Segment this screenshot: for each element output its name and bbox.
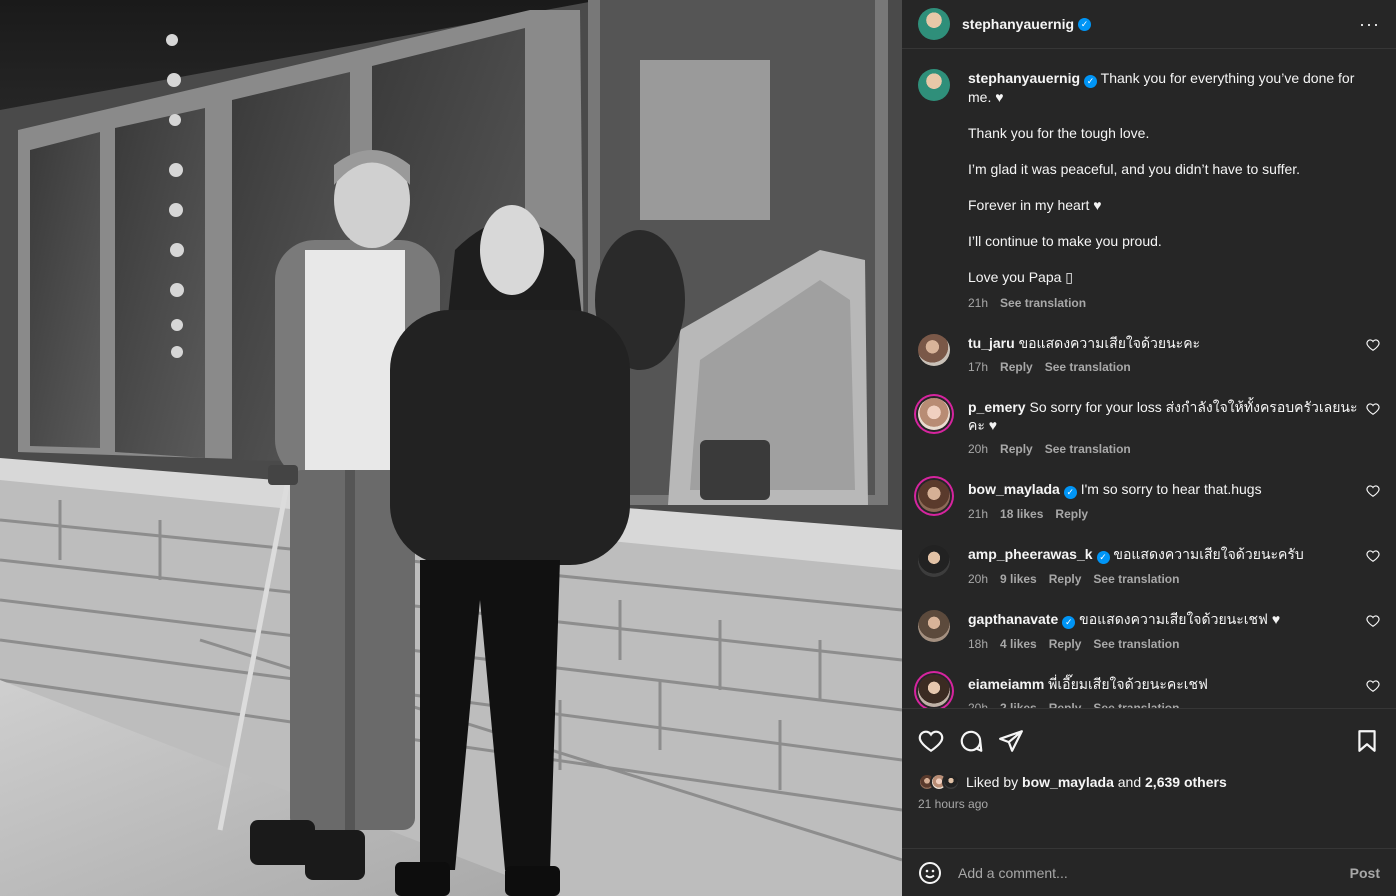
save-bookmark-icon[interactable] — [1354, 728, 1380, 754]
commenter-avatar[interactable] — [918, 398, 950, 430]
see-translation-link[interactable]: See translation — [1045, 358, 1131, 376]
comment-item: amp_pheerawas_k ✓ ขอแสดงความเสียใจด้วยนะค… — [918, 545, 1380, 588]
comments-scroll-area[interactable]: stephanyauernig ✓ Thank you for everythin… — [902, 49, 1396, 708]
see-translation-link[interactable]: See translation — [1093, 699, 1179, 708]
comment-text: ขอแสดงความเสียใจด้วยนะครับ — [1113, 546, 1304, 562]
post-sidebar: stephanyauernig ✓ ··· stephanyauernig ✓ T… — [902, 0, 1396, 896]
post-comment-button[interactable]: Post — [1350, 865, 1380, 881]
like-comment-heart-icon[interactable] — [1366, 614, 1380, 628]
see-translation-link[interactable]: See translation — [1093, 635, 1179, 653]
comment-item: gapthanavate ✓ ขอแสดงความเสียใจด้วยนะเชฟ … — [918, 610, 1380, 653]
comment-text: So sorry for your loss ส่งกำลังใจให้ทั้ง… — [968, 399, 1358, 433]
commenter-avatar[interactable] — [918, 675, 950, 707]
liked-by-user[interactable]: bow_maylada — [1022, 774, 1114, 790]
commenter-username[interactable]: gapthanavate — [968, 611, 1058, 627]
post-header: stephanyauernig ✓ ··· — [902, 0, 1396, 49]
caption-author-username[interactable]: stephanyauernig — [968, 70, 1080, 86]
like-comment-heart-icon[interactable] — [1366, 338, 1380, 352]
author-avatar[interactable] — [918, 8, 950, 40]
commenter-username[interactable]: p_emery — [968, 399, 1026, 415]
post-timestamp[interactable]: 21 hours ago — [918, 797, 1380, 811]
caption-line: Thank you for the tough love. — [968, 125, 1150, 141]
like-heart-icon[interactable] — [918, 728, 944, 754]
comment-bubble-icon[interactable] — [958, 728, 984, 754]
comment-time: 20h — [968, 442, 989, 456]
verified-badge-icon: ✓ — [1096, 551, 1110, 564]
like-comment-heart-icon[interactable] — [1366, 679, 1380, 693]
comment-likes[interactable]: 2 likes — [1000, 699, 1037, 708]
comment-text: I'm so sorry to hear that.hugs — [1080, 481, 1262, 497]
verified-badge-icon: ✓ — [1062, 616, 1076, 629]
reply-link[interactable]: Reply — [1000, 358, 1033, 376]
caption-line: I’m glad it was peaceful, and you didn’t… — [968, 161, 1301, 177]
instagram-post-view: stephanyauernig ✓ ··· stephanyauernig ✓ T… — [0, 0, 1396, 896]
reply-link[interactable]: Reply — [1055, 505, 1088, 523]
comment-text: ขอแสดงความเสียใจด้วยนะเชฟ ♥ — [1079, 611, 1281, 627]
caption-author-avatar[interactable] — [918, 69, 950, 101]
reply-link[interactable]: Reply — [1049, 570, 1082, 588]
like-comment-heart-icon[interactable] — [1366, 484, 1380, 498]
comment-time: 17h — [968, 360, 989, 374]
comment-likes[interactable]: 9 likes — [1000, 570, 1037, 588]
comment-likes[interactable]: 4 likes — [1000, 635, 1037, 653]
comment-time: 20h — [968, 572, 989, 586]
caption-line: Forever in my heart ♥ — [968, 197, 1102, 213]
comment-text: ขอแสดงความเสียใจด้วยนะคะ — [1018, 335, 1201, 351]
reply-link[interactable]: Reply — [1049, 635, 1082, 653]
commenter-avatar[interactable] — [918, 545, 950, 577]
emoji-icon[interactable] — [918, 861, 942, 885]
add-comment-bar: Post — [902, 848, 1396, 896]
comment-item: tu_jaru ขอแสดงความเสียใจด้วยนะคะ 17h Rep… — [918, 334, 1380, 376]
liker-avatars — [918, 773, 960, 791]
commenter-username[interactable]: eiameiamm — [968, 676, 1044, 692]
commenter-username[interactable]: amp_pheerawas_k — [968, 546, 1093, 562]
verified-badge-icon: ✓ — [1078, 17, 1092, 31]
author-username[interactable]: stephanyauernig — [962, 16, 1074, 32]
post-photo[interactable] — [0, 0, 902, 896]
see-translation-link[interactable]: See translation — [1000, 294, 1086, 312]
liked-by-prefix: Liked by — [966, 774, 1019, 790]
see-translation-link[interactable]: See translation — [1045, 440, 1131, 458]
post-actions: Liked by bow_maylada and 2,639 others 21… — [902, 708, 1396, 848]
reply-link[interactable]: Reply — [1000, 440, 1033, 458]
likes-summary[interactable]: Liked by bow_maylada and 2,639 others — [918, 773, 1380, 791]
comment-item: eiameiamm พี่เอี๊ยมเสียใจด้วยนะคะเชฟ 20h… — [918, 675, 1380, 708]
commenter-username[interactable]: bow_maylada — [968, 481, 1060, 497]
verified-badge-icon: ✓ — [1063, 486, 1077, 499]
reply-link[interactable]: Reply — [1049, 699, 1082, 708]
caption-meta: 21h See translation — [968, 294, 1368, 312]
more-options-icon[interactable]: ··· — [1359, 15, 1380, 33]
comment-item: p_emery So sorry for your loss ส่งกำลังใ… — [918, 398, 1380, 458]
caption-line: Love you Papa ▯ — [968, 269, 1073, 285]
commenter-avatar[interactable] — [918, 480, 950, 512]
share-send-icon[interactable] — [998, 728, 1024, 754]
verified-badge-icon: ✓ — [1084, 75, 1098, 88]
commenter-username[interactable]: tu_jaru — [968, 335, 1015, 351]
action-bar — [918, 723, 1380, 759]
commenter-avatar[interactable] — [918, 610, 950, 642]
liked-by-others[interactable]: 2,639 others — [1145, 774, 1227, 790]
comment-item: bow_maylada ✓ I'm so sorry to hear that.h… — [918, 480, 1380, 523]
photo-illustration — [0, 0, 902, 896]
see-translation-link[interactable]: See translation — [1093, 570, 1179, 588]
comment-likes[interactable]: 18 likes — [1000, 505, 1043, 523]
liked-by-and: and — [1117, 774, 1142, 790]
caption-line: I’ll continue to make you proud. — [968, 233, 1162, 249]
comment-input[interactable] — [958, 864, 1350, 881]
comment-text: พี่เอี๊ยมเสียใจด้วยนะคะเชฟ — [1048, 676, 1208, 692]
like-comment-heart-icon[interactable] — [1366, 549, 1380, 563]
comment-time: 20h — [968, 701, 989, 708]
like-comment-heart-icon[interactable] — [1366, 402, 1380, 416]
caption-time: 21h — [968, 296, 989, 310]
comment-time: 21h — [968, 507, 989, 521]
post-caption: stephanyauernig ✓ Thank you for everythin… — [918, 69, 1380, 312]
commenter-avatar[interactable] — [918, 334, 950, 366]
liker-avatar — [942, 773, 960, 791]
comment-time: 18h — [968, 637, 989, 651]
